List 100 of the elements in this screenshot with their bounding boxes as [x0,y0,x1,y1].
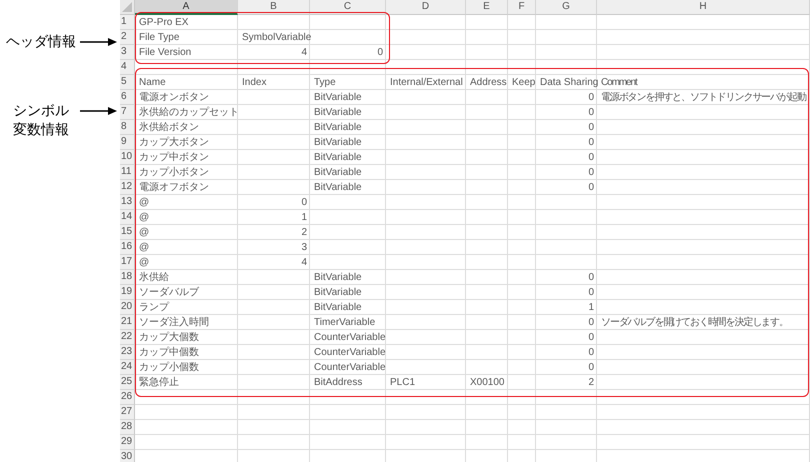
table-cell: カップ小個数 [139,360,199,374]
table-cell: 緊急停止 [139,376,179,388]
annotation-label: ヘッダ情報 [6,32,76,51]
table-cell: BitVariable [314,136,362,148]
table-cell: Address [470,76,507,88]
table-cell: @ [139,256,150,268]
table-cell: 0 [588,330,594,344]
table-cell: 0 [377,46,383,58]
table-cell: BitVariable [314,166,362,178]
table-cell: Keep [512,76,536,88]
table-cell: カップ大ボタン [139,136,209,148]
table-cell: BitVariable [314,90,362,104]
table-cell: ソーダバルブを開けておく時間を決定します。 [601,316,788,328]
row-number[interactable]: 28 [120,420,135,435]
table-cell: @ [139,196,150,208]
table-cell: カップ大個数 [139,330,199,344]
row-number[interactable]: 2 [120,30,135,45]
row-number[interactable]: 9 [120,135,135,150]
table-cell: Comment [601,76,637,88]
table-cell: 0 [588,270,594,284]
table-cell: 1 [588,300,594,314]
row-number[interactable]: 8 [120,120,135,135]
table-cell: 2 [301,226,307,238]
row-number[interactable]: 22 [120,330,135,345]
table-cell: BitVariable [314,180,362,194]
table-cell: ソーダ注入時間 [139,316,209,328]
column-header[interactable]: D [386,0,466,15]
table-cell: CounterVariable [314,360,386,374]
annotation-label: シンボル 変数情報 [12,101,70,139]
table-cell: 0 [588,106,594,118]
table-cell: 4 [301,46,307,58]
row-number[interactable]: 16 [120,240,135,255]
table-cell: TimerVariable [314,316,376,328]
row-number[interactable]: 10 [120,150,135,165]
row-number[interactable]: 17 [120,255,135,270]
table-cell: 0 [588,90,594,104]
table-cell: 0 [588,180,594,194]
table-cell: カップ中個数 [139,346,199,358]
row-number[interactable]: 25 [120,375,135,390]
row-number[interactable]: 30 [120,450,135,462]
table-cell: @ [139,240,150,254]
table-cell: GP-Pro EX [139,16,188,28]
table-cell: BitVariable [314,106,362,118]
table-cell: 電源オフボタン [139,180,209,194]
table-cell: @ [139,226,150,238]
table-cell: BitAddress [314,376,362,388]
column-header[interactable]: B [238,0,310,15]
table-cell: 3 [301,240,307,254]
table-cell: ランプ [139,300,169,314]
row-number[interactable]: 29 [120,435,135,450]
row-number[interactable]: 15 [120,225,135,240]
table-cell: 0 [588,150,594,164]
table-cell: カップ小ボタン [139,166,209,178]
table-cell: Type [314,76,336,88]
column-header[interactable]: H [597,0,810,15]
table-cell: BitVariable [314,270,362,284]
row-number[interactable]: 12 [120,180,135,195]
table-cell: 0 [588,136,594,148]
table-cell: SymbolVariable [242,30,312,44]
row-number[interactable]: 7 [120,105,135,120]
table-cell: 0 [588,120,594,134]
table-cell: 電源オンボタン [139,90,209,104]
row-number[interactable]: 5 [120,75,135,90]
row-number[interactable]: 11 [120,165,135,180]
table-cell: 0 [588,286,594,298]
column-header[interactable]: E [466,0,508,15]
row-number[interactable]: 3 [120,45,135,60]
row-number[interactable]: 26 [120,390,135,405]
row-number[interactable]: 27 [120,405,135,420]
row-number[interactable]: 18 [120,270,135,285]
table-cell: 0 [301,196,307,208]
table-cell: 氷供給ボタン [139,120,199,134]
table-cell: Index [242,76,266,88]
table-cell: ソーダバルブ [139,286,199,298]
column-header[interactable]: C [310,0,386,15]
row-number[interactable]: 14 [120,210,135,225]
table-cell: CounterVariable [314,346,386,358]
table-cell: BitVariable [314,150,362,164]
row-number[interactable]: 24 [120,360,135,375]
table-cell: CounterVariable [314,330,386,344]
table-cell: Internal/External [390,76,463,88]
row-number[interactable]: 1 [120,15,135,30]
column-header[interactable]: F [508,0,536,15]
table-cell: 1 [301,210,307,224]
column-header[interactable]: A [135,0,238,15]
table-cell: PLC1 [390,376,416,388]
row-number[interactable]: 23 [120,345,135,360]
table-cell: @ [139,210,150,224]
row-number[interactable]: 6 [120,90,135,105]
table-cell: 4 [301,256,307,268]
row-number[interactable]: 19 [120,285,135,300]
column-header[interactable]: G [536,0,597,15]
row-number[interactable]: 20 [120,300,135,315]
row-number[interactable]: 13 [120,195,135,210]
table-cell: 2 [588,376,594,388]
table-cell: 0 [588,360,594,374]
row-number[interactable]: 4 [120,60,135,75]
row-number[interactable]: 21 [120,315,135,330]
table-cell: カップ中ボタン [139,150,209,164]
table-cell: BitVariable [314,120,362,134]
